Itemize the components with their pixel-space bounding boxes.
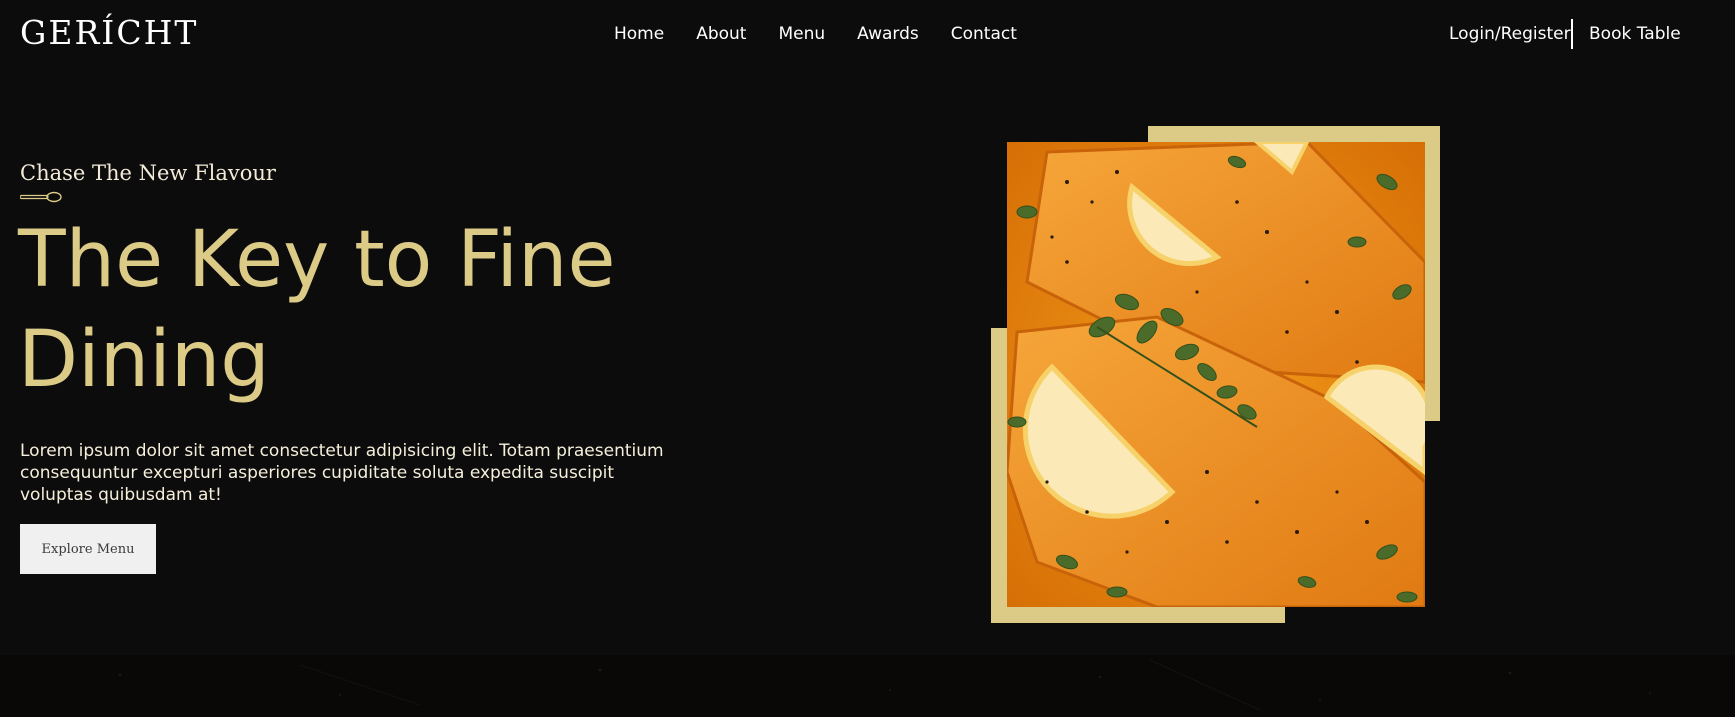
- next-section-background: [0, 655, 1735, 717]
- hero-headline: The Key to Fine Dining: [18, 215, 616, 405]
- nav-link-menu[interactable]: Menu: [778, 22, 825, 46]
- login-register-link[interactable]: Login/Register: [1449, 22, 1571, 46]
- nav-links: Home About Menu Awards Contact: [614, 22, 1049, 46]
- navbar: GERÍCHT Home About Menu Awards Contact L…: [0, 0, 1735, 70]
- nav-link-about[interactable]: About: [696, 22, 746, 46]
- hero-food-image: [1007, 142, 1425, 607]
- nav-link-contact[interactable]: Contact: [951, 22, 1017, 46]
- book-table-link[interactable]: Book Table: [1589, 22, 1681, 46]
- nav-divider: [1571, 19, 1573, 49]
- nav-link-awards[interactable]: Awards: [857, 22, 919, 46]
- nav-link-home[interactable]: Home: [614, 22, 664, 46]
- hero-subtitle: Chase The New Flavour: [20, 161, 276, 185]
- spoon-icon: [20, 191, 62, 203]
- explore-menu-button[interactable]: Explore Menu: [20, 524, 156, 574]
- brand-logo[interactable]: GERÍCHT: [20, 10, 198, 56]
- hero-description: Lorem ipsum dolor sit amet consectetur a…: [20, 441, 664, 505]
